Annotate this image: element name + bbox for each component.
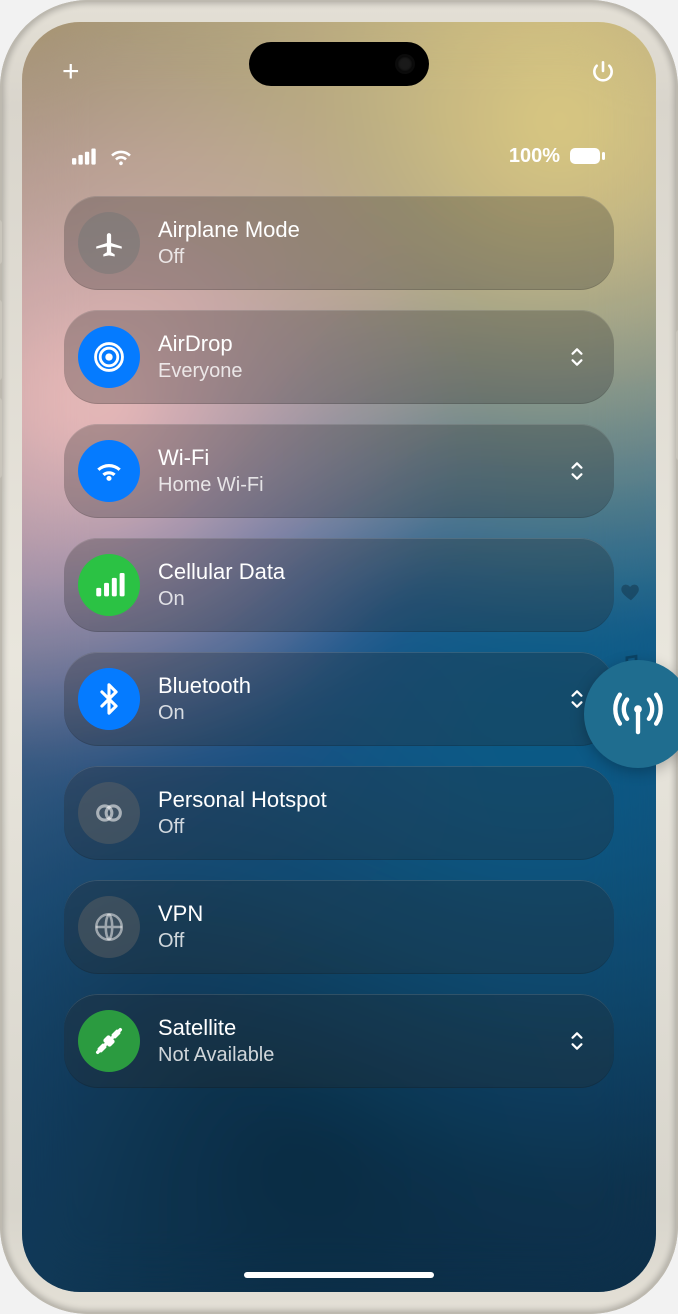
iphone-frame: + bbox=[0, 0, 678, 1314]
airplane-icon bbox=[78, 212, 140, 274]
wifi-title: Wi-Fi bbox=[158, 445, 264, 471]
airdrop-subtitle: Everyone bbox=[158, 359, 243, 383]
hotspot-subtitle: Off bbox=[158, 815, 327, 839]
cellular-signal-icon bbox=[72, 147, 100, 165]
vpn-subtitle: Off bbox=[158, 929, 203, 953]
airdrop-expand[interactable] bbox=[564, 344, 590, 370]
battery-percentage: 100% bbox=[509, 145, 560, 168]
bluetooth-row[interactable]: Bluetooth On bbox=[64, 652, 614, 746]
airplane-mode-row[interactable]: Airplane Mode Off bbox=[64, 196, 614, 290]
dynamic-island bbox=[249, 42, 429, 86]
side-button-volume-up bbox=[0, 300, 2, 380]
power-button[interactable] bbox=[590, 59, 616, 85]
wifi-icon bbox=[78, 440, 140, 502]
satellite-title: Satellite bbox=[158, 1015, 274, 1041]
bluetooth-icon bbox=[78, 668, 140, 730]
wifi-subtitle: Home Wi-Fi bbox=[158, 473, 264, 497]
cellular-title: Cellular Data bbox=[158, 559, 285, 585]
antenna-icon bbox=[609, 685, 667, 743]
airdrop-icon bbox=[78, 326, 140, 388]
wifi-status-icon bbox=[108, 146, 134, 166]
status-bar: 100% bbox=[22, 142, 656, 170]
satellite-icon bbox=[78, 1010, 140, 1072]
side-button-action bbox=[0, 220, 2, 264]
hotspot-title: Personal Hotspot bbox=[158, 787, 327, 813]
cellular-icon bbox=[78, 554, 140, 616]
screen: + bbox=[22, 22, 656, 1292]
chevron-updown-icon bbox=[568, 346, 586, 368]
vpn-row[interactable]: VPN Off bbox=[64, 880, 614, 974]
airplane-title: Airplane Mode bbox=[158, 217, 300, 243]
satellite-expand[interactable] bbox=[564, 1028, 590, 1054]
hotspot-row[interactable]: Personal Hotspot Off bbox=[64, 766, 614, 860]
favorites-icon bbox=[620, 581, 642, 603]
home-indicator[interactable] bbox=[244, 1272, 434, 1278]
side-button-volume-down bbox=[0, 398, 2, 478]
airdrop-row[interactable]: AirDrop Everyone bbox=[64, 310, 614, 404]
satellite-subtitle: Not Available bbox=[158, 1043, 274, 1067]
airplane-subtitle: Off bbox=[158, 245, 300, 269]
chevron-updown-icon bbox=[568, 1030, 586, 1052]
add-control-button[interactable]: + bbox=[62, 57, 80, 87]
chevron-updown-icon bbox=[568, 688, 586, 710]
wifi-expand[interactable] bbox=[564, 458, 590, 484]
chevron-updown-icon bbox=[568, 460, 586, 482]
bluetooth-subtitle: On bbox=[158, 701, 251, 725]
cellular-subtitle: On bbox=[158, 587, 285, 611]
vpn-title: VPN bbox=[158, 901, 203, 927]
power-icon bbox=[590, 59, 616, 85]
airdrop-title: AirDrop bbox=[158, 331, 243, 357]
satellite-row[interactable]: Satellite Not Available bbox=[64, 994, 614, 1088]
vpn-icon bbox=[78, 896, 140, 958]
bluetooth-title: Bluetooth bbox=[158, 673, 251, 699]
wifi-row[interactable]: Wi-Fi Home Wi-Fi bbox=[64, 424, 614, 518]
connectivity-controls: Airplane Mode Off AirDrop Everyone bbox=[64, 196, 614, 1234]
hotspot-icon bbox=[78, 782, 140, 844]
page-indicator-column[interactable] bbox=[620, 581, 642, 673]
battery-icon bbox=[568, 147, 606, 165]
cellular-row[interactable]: Cellular Data On bbox=[64, 538, 614, 632]
